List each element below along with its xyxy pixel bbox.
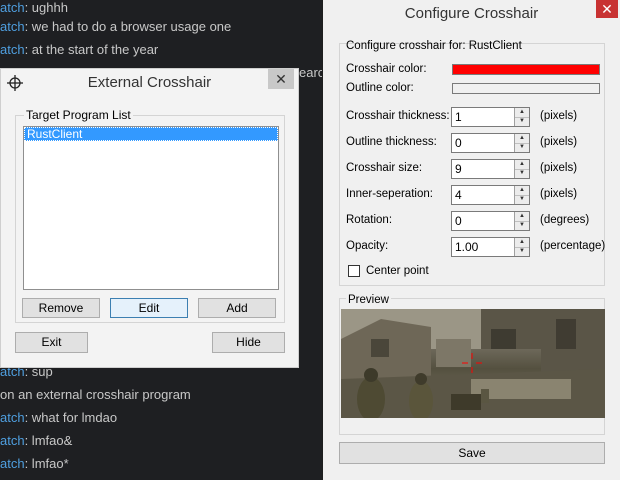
chat-user: atch bbox=[0, 42, 25, 57]
chat-line: atch: ughhh bbox=[0, 0, 68, 15]
close-button[interactable]: ✕ bbox=[596, 0, 618, 18]
hide-button[interactable]: Hide bbox=[212, 332, 285, 353]
crosshair-color-label: Crosshair color: bbox=[346, 63, 427, 75]
chat-text: : we had to do a browser usage one bbox=[24, 19, 232, 34]
list-item[interactable]: RustClient bbox=[24, 127, 278, 141]
group-title: Target Program List bbox=[24, 108, 133, 122]
chat-text: on an external crosshair program bbox=[0, 387, 191, 402]
chat-text: : lmfao* bbox=[24, 456, 69, 471]
chat-line: atch: we had to do a browser usage one bbox=[0, 19, 231, 34]
external-title: External Crosshair bbox=[87, 74, 212, 91]
chat-user: atch bbox=[0, 433, 25, 448]
external-titlebar[interactable]: External Crosshair ✕ bbox=[1, 69, 298, 97]
chat-text: : at the start of the year bbox=[24, 42, 159, 57]
chat-text: : what for lmdao bbox=[24, 410, 118, 425]
unit-label: (degrees) bbox=[540, 214, 590, 226]
spin-down-icon[interactable]: ▼ bbox=[515, 221, 529, 230]
close-button[interactable]: ✕ bbox=[268, 69, 294, 89]
external-crosshair-window: External Crosshair ✕ Target Program List… bbox=[0, 68, 299, 368]
center-point-checkbox[interactable] bbox=[348, 265, 360, 277]
chat-line: on an external crosshair program bbox=[0, 387, 191, 402]
unit-label: (pixels) bbox=[540, 110, 578, 122]
chat-user: atch bbox=[0, 410, 25, 425]
chat-line: atch: lmfao* bbox=[0, 456, 69, 471]
crosshair-thickness-value: 1 bbox=[455, 110, 462, 124]
add-button[interactable]: Add bbox=[198, 298, 276, 318]
chat-user: atch bbox=[0, 0, 25, 15]
chat-line: atch: at the start of the year bbox=[0, 42, 158, 57]
close-icon: ✕ bbox=[601, 1, 613, 17]
edit-button[interactable]: Edit bbox=[110, 298, 188, 318]
opacity-value: 1.00 bbox=[455, 240, 479, 254]
opacity-label: Opacity: bbox=[346, 240, 389, 252]
outline-color-swatch[interactable] bbox=[452, 83, 600, 94]
chat-line: atch: what for lmdao bbox=[0, 410, 117, 425]
preview-scene bbox=[341, 309, 605, 418]
inner-separation-label: Inner-seperation: bbox=[346, 188, 433, 200]
rotation-value: 0 bbox=[455, 214, 462, 228]
save-button[interactable]: Save bbox=[339, 442, 605, 464]
crosshair-thickness-label: Crosshair thickness: bbox=[346, 110, 450, 122]
inner-separation-stepper[interactable]: 4 ▲ ▼ bbox=[451, 185, 530, 205]
preview-label: Preview bbox=[346, 294, 391, 306]
outline-thickness-label: Outline thickness: bbox=[346, 136, 437, 148]
close-icon: ✕ bbox=[275, 71, 287, 87]
configure-for-label: Configure crosshair for: RustClient bbox=[346, 40, 522, 52]
outline-color-label: Outline color: bbox=[346, 82, 414, 94]
opacity-stepper[interactable]: 1.00 ▲ ▼ bbox=[451, 237, 530, 257]
crosshair-thickness-stepper[interactable]: 1 ▲ ▼ bbox=[451, 107, 530, 127]
configure-title: Configure Crosshair bbox=[404, 5, 539, 22]
spin-down-icon[interactable]: ▼ bbox=[515, 169, 529, 178]
config-group: Configure crosshair for: RustClient Cros… bbox=[339, 40, 606, 286]
target-program-list[interactable]: RustClient bbox=[23, 126, 279, 290]
center-point-label: Center point bbox=[366, 265, 429, 277]
preview-image bbox=[341, 309, 605, 418]
unit-label: (percentage) bbox=[540, 240, 606, 252]
spin-down-icon[interactable]: ▼ bbox=[515, 195, 529, 204]
unit-label: (pixels) bbox=[540, 162, 578, 174]
unit-label: (pixels) bbox=[540, 136, 578, 148]
spin-down-icon[interactable]: ▼ bbox=[515, 143, 529, 152]
spin-down-icon[interactable]: ▼ bbox=[515, 117, 529, 126]
outline-thickness-stepper[interactable]: 0 ▲ ▼ bbox=[451, 133, 530, 153]
chat-line: atch: lmfao& bbox=[0, 433, 72, 448]
outline-thickness-value: 0 bbox=[455, 136, 462, 150]
rotation-stepper[interactable]: 0 ▲ ▼ bbox=[451, 211, 530, 231]
crosshair-color-swatch[interactable] bbox=[452, 64, 600, 75]
crosshair-size-value: 9 bbox=[455, 162, 462, 176]
remove-button[interactable]: Remove bbox=[22, 298, 100, 318]
inner-separation-value: 4 bbox=[455, 188, 462, 202]
spin-down-icon[interactable]: ▼ bbox=[515, 247, 529, 256]
rotation-label: Rotation: bbox=[346, 214, 393, 226]
chat-user: atch bbox=[0, 19, 25, 34]
chat-text: : ughhh bbox=[24, 0, 68, 15]
unit-label: (pixels) bbox=[540, 188, 578, 200]
crosshair-size-stepper[interactable]: 9 ▲ ▼ bbox=[451, 159, 530, 179]
preview-group: Preview bbox=[339, 294, 605, 435]
configure-titlebar[interactable]: Configure Crosshair ✕ bbox=[323, 0, 620, 28]
target-program-group: Target Program List RustClient Remove Ed… bbox=[15, 108, 285, 323]
chat-text: : lmfao& bbox=[24, 433, 73, 448]
exit-button[interactable]: Exit bbox=[15, 332, 88, 353]
chat-user: atch bbox=[0, 456, 25, 471]
configure-crosshair-window: Configure Crosshair ✕ Configure crosshai… bbox=[322, 0, 620, 480]
crosshair-size-label: Crosshair size: bbox=[346, 162, 423, 174]
